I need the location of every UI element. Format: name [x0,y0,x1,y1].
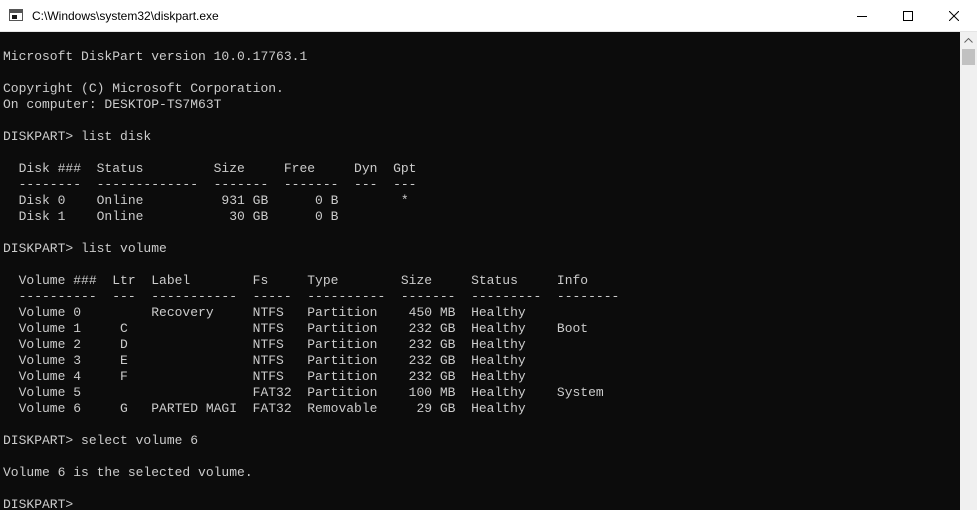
console-line: Volume 1 C NTFS Partition 232 GB Healthy… [3,321,589,336]
console-line: Volume 5 FAT32 Partition 100 MB Healthy … [3,385,604,400]
console-line: Microsoft DiskPart version 10.0.17763.1 [3,49,308,64]
console-line: Volume 6 G PARTED MAGI FAT32 Removable 2… [3,401,526,416]
maximize-button[interactable] [885,0,931,32]
chevron-up-icon [964,38,973,43]
minimize-icon [857,16,867,17]
console-line: Disk ### Status Size Free Dyn Gpt [3,161,417,176]
console-line: ---------- --- ----------- ----- -------… [3,289,620,304]
console-line: Volume 0 Recovery NTFS Partition 450 MB … [3,305,526,320]
vertical-scrollbar[interactable] [960,32,977,510]
scrollbar-thumb[interactable] [962,49,975,65]
console-output-area[interactable]: Microsoft DiskPart version 10.0.17763.1 C… [0,32,960,510]
console-line: DISKPART> [3,497,82,510]
console-line: Disk 1 Online 30 GB 0 B [3,209,339,224]
console-line: Volume 6 is the selected volume. [3,465,253,480]
close-icon [949,11,959,21]
console-line: DISKPART> select volume 6 [3,433,199,448]
console-line: DISKPART> list volume [3,241,167,256]
console-line: -------- ------------- ------- ------- -… [3,177,417,192]
console-line: Disk 0 Online 931 GB 0 B * [3,193,409,208]
console-app-icon[interactable] [9,9,23,21]
minimize-button[interactable] [839,0,885,32]
console-line: DISKPART> list disk [3,129,152,144]
scroll-up-button[interactable] [960,32,977,49]
console-line: Volume ### Ltr Label Fs Type Size Status… [3,273,589,288]
window-title: C:\Windows\system32\diskpart.exe [32,9,219,23]
console-line: Volume 4 F NTFS Partition 232 GB Healthy [3,369,526,384]
close-button[interactable] [931,0,977,32]
console-line: Copyright (C) Microsoft Corporation. [3,81,284,96]
console-line: On computer: DESKTOP-TS7M63T [3,97,222,112]
console-line: Volume 3 E NTFS Partition 232 GB Healthy [3,353,526,368]
console-window: C:\Windows\system32\diskpart.exe Microso… [0,0,977,510]
console-output: Microsoft DiskPart version 10.0.17763.1 C… [3,49,619,510]
console-line: Volume 2 D NTFS Partition 232 GB Healthy [3,337,526,352]
maximize-icon [903,11,913,21]
title-bar[interactable]: C:\Windows\system32\diskpart.exe [0,0,977,32]
